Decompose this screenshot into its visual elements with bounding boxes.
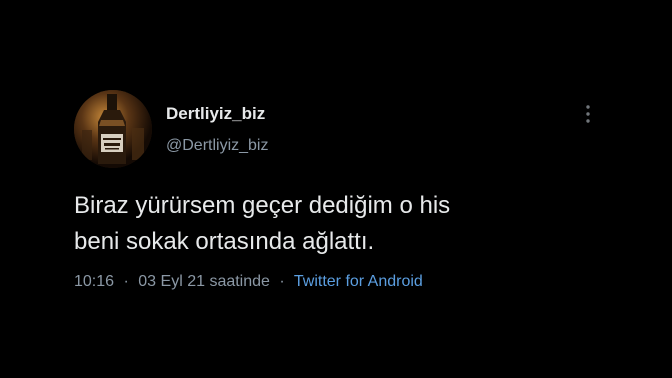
tweet-source-link[interactable]: Twitter for Android — [294, 273, 423, 290]
display-name[interactable]: Dertliyiz_biz — [166, 104, 265, 124]
user-handle[interactable]: @Dertliyiz_biz — [166, 137, 268, 155]
more-vertical-icon[interactable] — [580, 103, 596, 125]
avatar[interactable] — [74, 90, 152, 168]
meta-separator: · — [279, 273, 285, 290]
tweet-text-line: beni sokak ortasında ağlattı. — [74, 228, 375, 255]
tweet-meta: 10:16 · 03 Eyl 21 saatinde · Twitter for… — [74, 273, 423, 291]
tweet-date[interactable]: 03 Eyl 21 saatinde — [138, 273, 270, 290]
tweet-time[interactable]: 10:16 — [74, 273, 114, 290]
meta-separator: · — [123, 273, 129, 290]
tweet-card: Dertliyiz_biz @Dertliyiz_biz Biraz yürür… — [0, 0, 672, 378]
tweet-text: Biraz yürürsem geçer dediğim o his beni … — [74, 188, 634, 260]
whiskey-bottle-avatar-icon — [74, 90, 152, 168]
tweet-text-line: Biraz yürürsem geçer dediğim o his — [74, 192, 451, 219]
